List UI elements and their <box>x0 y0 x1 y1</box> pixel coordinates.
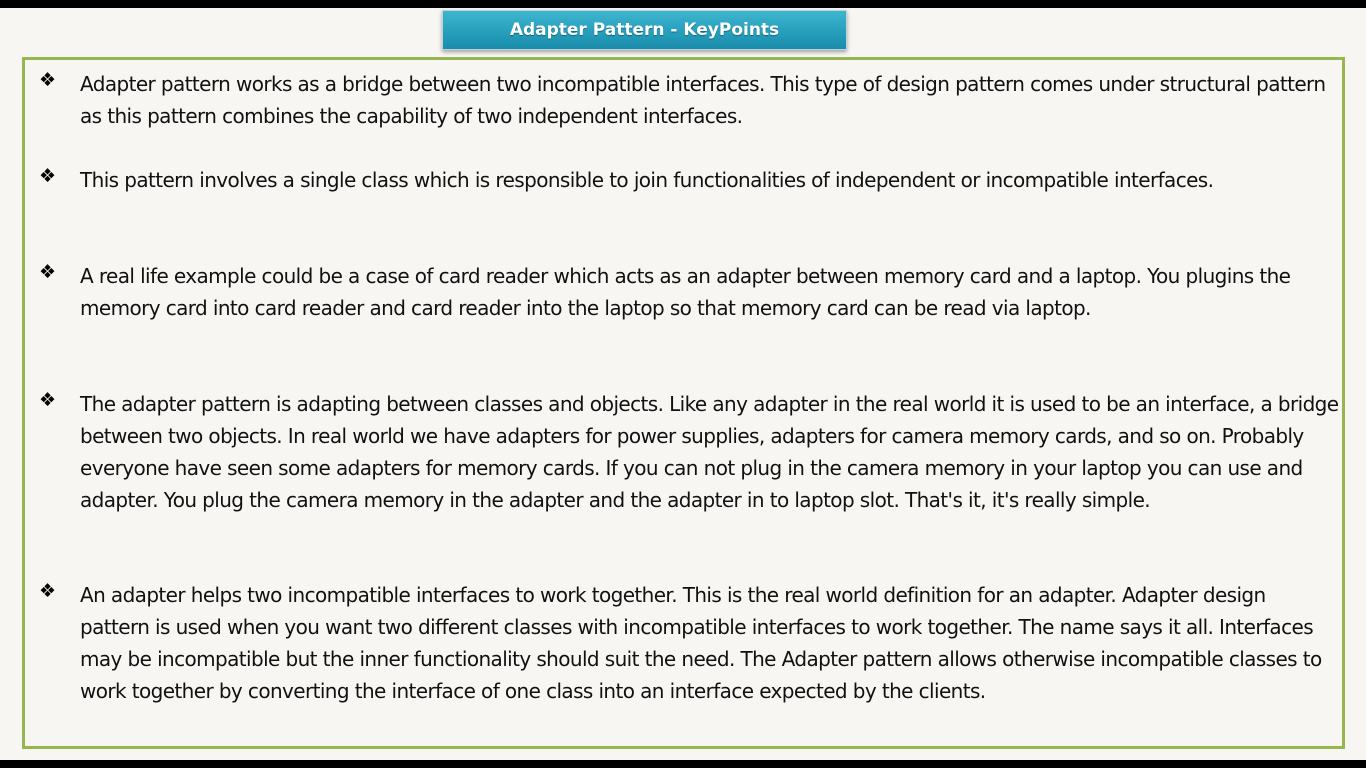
key-point-text: This pattern involves a single class whi… <box>80 168 1214 192</box>
diamond-bullet-icon: ❖ <box>39 580 57 602</box>
diamond-bullet-icon: ❖ <box>39 69 57 91</box>
slide-title: Adapter Pattern - KeyPoints <box>509 20 780 40</box>
key-point-text: Adapter pattern works as a bridge betwee… <box>80 72 1326 128</box>
keypoints-box: ❖ Adapter pattern works as a bridge betw… <box>22 57 1345 749</box>
bottom-black-bar <box>0 760 1366 768</box>
key-point-text: The adapter pattern is adapting between … <box>80 392 1339 512</box>
title-banner: Adapter Pattern - KeyPoints <box>442 10 847 50</box>
diamond-bullet-icon: ❖ <box>39 261 57 283</box>
diamond-bullet-icon: ❖ <box>39 165 57 187</box>
top-black-bar <box>0 0 1366 8</box>
key-point-text: A real life example could be a case of c… <box>80 264 1291 320</box>
key-point-text: An adapter helps two incompatible interf… <box>80 583 1322 703</box>
diamond-bullet-icon: ❖ <box>39 389 57 411</box>
